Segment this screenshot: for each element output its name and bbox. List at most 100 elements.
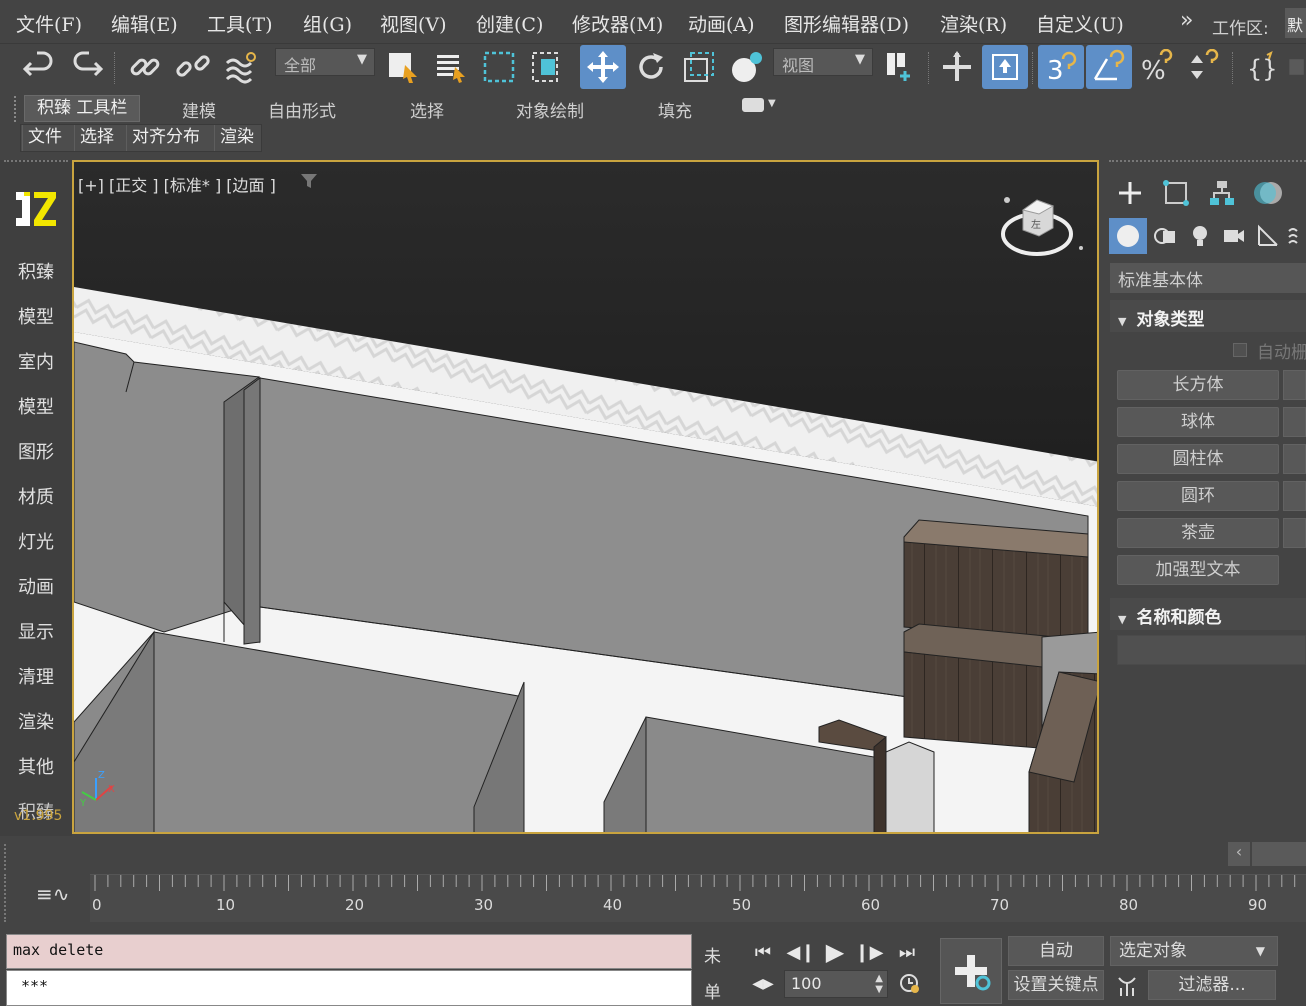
tube-button[interactable] xyxy=(1283,444,1306,474)
undo-icon[interactable] xyxy=(16,45,62,89)
spinner-snap-icon[interactable] xyxy=(1182,45,1228,89)
autogrid-checkbox[interactable] xyxy=(1233,343,1247,357)
time-configuration-icon[interactable] xyxy=(895,970,925,998)
scale-icon[interactable] xyxy=(676,45,722,89)
menu-edit[interactable]: 编辑(E) xyxy=(111,10,178,37)
subtab-align-distribute[interactable]: 对齐分布 xyxy=(126,125,205,151)
rectangular-selection-icon[interactable] xyxy=(476,45,522,89)
menu-rendering[interactable]: 渲染(R) xyxy=(940,10,1007,37)
viewport-filter-icon[interactable] xyxy=(300,173,318,189)
bind-space-warp-icon[interactable] xyxy=(218,45,264,89)
plane-button[interactable] xyxy=(1283,518,1306,548)
sphere-button[interactable]: 球体 xyxy=(1117,407,1279,437)
geosphere-button[interactable] xyxy=(1283,407,1306,437)
sidebar-item-interior[interactable]: 室内 xyxy=(0,348,72,374)
pyramid-button[interactable] xyxy=(1283,481,1306,511)
snaps-toggle-icon[interactable]: 3 xyxy=(1038,45,1084,89)
menu-customize[interactable]: 自定义(U) xyxy=(1036,10,1124,37)
rollout-object-type[interactable]: ▼ 对象类型 xyxy=(1110,300,1306,332)
tab-freeform[interactable]: 自由形式 xyxy=(268,97,336,122)
tab-selection[interactable]: 选择 xyxy=(410,97,444,122)
pivot-icon[interactable] xyxy=(878,45,924,89)
auto-key-button[interactable]: 自动 xyxy=(1008,936,1104,966)
selection-set-dropdown[interactable]: 选定对象 ▼ xyxy=(1110,936,1278,966)
menu-create[interactable]: 创建(C) xyxy=(476,10,543,37)
frame-ruler[interactable]: 0 10 20 30 40 50 60 70 80 90 xyxy=(90,874,1306,922)
create-tab-icon[interactable] xyxy=(1109,174,1151,212)
set-key-button[interactable]: 设置关键点 xyxy=(1008,970,1104,1000)
ribbon-options-icon[interactable] xyxy=(742,98,764,112)
motion-tab-icon[interactable] xyxy=(1247,174,1289,212)
angle-snap-icon[interactable] xyxy=(1086,45,1132,89)
menu-graph-editors[interactable]: 图形编辑器(D) xyxy=(784,10,909,37)
cylinder-button[interactable]: 圆柱体 xyxy=(1117,444,1279,474)
viewcube-icon[interactable]: 左 xyxy=(999,190,1089,260)
percent-snap-icon[interactable]: % xyxy=(1134,45,1180,89)
workspace-dropdown[interactable]: 默 xyxy=(1285,8,1306,38)
go-to-start-icon[interactable]: ⏮ xyxy=(748,938,778,966)
menu-animation[interactable]: 动画(A) xyxy=(688,10,755,37)
window-crossing-icon[interactable] xyxy=(524,45,570,89)
torus-button[interactable]: 圆环 xyxy=(1117,481,1279,511)
named-selection-sets-icon[interactable]: {} xyxy=(1238,45,1284,89)
panel-grip[interactable] xyxy=(1109,160,1306,164)
previous-frame-icon[interactable]: ◀❙ xyxy=(786,938,816,966)
sidebar-item-animation[interactable]: 动画 xyxy=(0,573,72,599)
sidebar-item-cleanup[interactable]: 清理 xyxy=(0,663,72,689)
tab-modeling[interactable]: 建模 xyxy=(182,97,216,122)
box-button[interactable]: 长方体 xyxy=(1117,370,1279,400)
keyboard-shortcut-override-icon[interactable] xyxy=(982,45,1028,89)
toolbar-overflow-icon[interactable] xyxy=(1286,45,1306,89)
rotate-icon[interactable] xyxy=(628,45,674,89)
tab-object-paint[interactable]: 对象绘制 xyxy=(516,97,584,122)
play-icon[interactable]: ▶ xyxy=(820,938,850,966)
rollout-name-color[interactable]: ▼ 名称和颜色 xyxy=(1110,598,1306,630)
sidebar-item-shapes[interactable]: 图形 xyxy=(0,438,72,464)
spacewarps-category-icon[interactable] xyxy=(1283,218,1306,254)
select-object-icon[interactable] xyxy=(380,45,426,89)
sidebar-item-render[interactable]: 渲染 xyxy=(0,708,72,734)
sidebar-grip[interactable] xyxy=(4,160,68,164)
sidebar-item-other[interactable]: 其他 xyxy=(0,753,72,779)
reference-coord-dropdown[interactable]: 视图 ▼ xyxy=(773,48,873,76)
sidebar-item-model[interactable]: 模型 xyxy=(0,303,72,329)
time-slider-prev-icon[interactable]: ‹ xyxy=(1228,842,1250,866)
maxscript-listener-input[interactable]: max delete xyxy=(6,934,692,969)
textplus-button[interactable]: 加强型文本 xyxy=(1117,555,1279,585)
cone-button[interactable] xyxy=(1283,370,1306,400)
current-frame-field[interactable]: 100 ▲ ▼ xyxy=(784,970,888,998)
menu-file[interactable]: 文件(F) xyxy=(16,10,82,37)
menu-view[interactable]: 视图(V) xyxy=(380,10,447,37)
teapot-button[interactable]: 茶壶 xyxy=(1117,518,1279,548)
subtab-selection[interactable]: 选择 xyxy=(74,125,119,151)
menu-tools[interactable]: 工具(T) xyxy=(207,10,273,37)
link-icon[interactable] xyxy=(122,45,168,89)
go-to-end-icon[interactable]: ⏭ xyxy=(892,938,922,966)
sidebar-item-lights[interactable]: 灯光 xyxy=(0,528,72,554)
key-filters-icon[interactable] xyxy=(1112,972,1142,1000)
set-key-icon[interactable] xyxy=(940,938,1002,1004)
sidebar-item-display[interactable]: 显示 xyxy=(0,618,72,644)
curve-editor-icon[interactable]: ≡∿ xyxy=(36,882,70,906)
sidebar-item-jizhen[interactable]: 积臻 xyxy=(0,258,72,284)
geometry-category-icon[interactable] xyxy=(1109,218,1147,254)
lights-category-icon[interactable] xyxy=(1181,218,1219,254)
hierarchy-tab-icon[interactable] xyxy=(1201,174,1243,212)
menu-overflow-icon[interactable]: » xyxy=(1180,8,1193,33)
selection-filter-dropdown[interactable]: 全部 ▼ xyxy=(275,48,375,76)
subtab-render[interactable]: 渲染 xyxy=(214,125,259,151)
select-by-name-icon[interactable] xyxy=(428,45,474,89)
key-mode-toggle-icon[interactable]: ◀▶ xyxy=(748,970,778,998)
viewport-label-menu[interactable]: [+] [正交 ] [标准* ] [边面 ] xyxy=(78,172,276,196)
viewport-orthographic[interactable]: [+] [正交 ] [标准* ] [边面 ] 左 Y Z X xyxy=(72,160,1099,834)
maxscript-listener-output[interactable]: *** xyxy=(6,970,692,1006)
helpers-category-icon[interactable] xyxy=(1249,218,1287,254)
primitive-category-dropdown[interactable]: 标准基本体 xyxy=(1110,263,1306,293)
object-name-field[interactable] xyxy=(1117,635,1306,665)
tab-jizhen-toolbar[interactable]: 积臻 工具栏 xyxy=(24,95,141,122)
cameras-category-icon[interactable] xyxy=(1215,218,1253,254)
shapes-category-icon[interactable] xyxy=(1147,218,1185,254)
jz-logo-icon[interactable] xyxy=(12,186,58,232)
select-manipulate-icon[interactable] xyxy=(934,45,980,89)
subtab-file[interactable]: 文件 xyxy=(22,125,67,151)
